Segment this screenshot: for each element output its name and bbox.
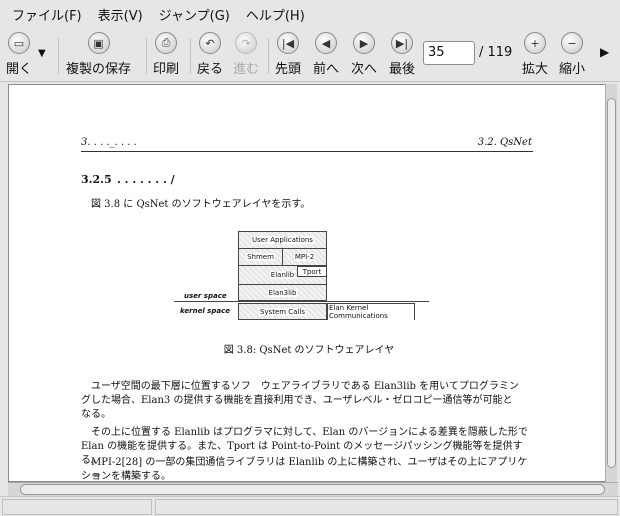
menu-jump[interactable]: ジャンプ(G) xyxy=(151,1,238,28)
toolbar-separator xyxy=(58,38,59,74)
figure-label-tport: Tport xyxy=(301,267,323,276)
back-label: 戻る xyxy=(197,62,224,77)
last-label: 最後 xyxy=(389,62,416,77)
figure-box-shmem: Shmem xyxy=(238,248,283,266)
menu-bar: ファイル(F) 表示(V) ジャンプ(G) ヘルプ(H) xyxy=(0,0,620,28)
figure-caption: 図 3.8: QsNet のソフトウェアレイヤ xyxy=(223,345,395,356)
last-page-icon: ▶| xyxy=(391,32,413,54)
software-layer-figure: User Applications Shmem MPI-2 Elanlib Tp… xyxy=(174,231,434,327)
first-page-icon: |◀ xyxy=(277,32,299,54)
redo-arrow-icon: ↷ xyxy=(235,32,257,54)
open-button[interactable]: ▭ 開く xyxy=(6,32,32,77)
prev-page-icon: ◀ xyxy=(315,32,337,54)
running-header-section: 3.2. QsNet xyxy=(477,137,532,148)
figure-box-mpi2: MPI-2 xyxy=(282,248,327,266)
next-page-button[interactable]: ▶ 次へ xyxy=(351,32,377,77)
figure-box-system-calls: System Calls xyxy=(238,303,327,320)
figure-label-kernel-space: kernel space xyxy=(180,307,230,315)
zoom-out-icon: − xyxy=(561,32,583,54)
page-number-input[interactable]: 35 xyxy=(423,41,475,65)
folder-icon: ▭ xyxy=(8,32,30,54)
figure-box-tport: Tport xyxy=(297,266,327,277)
status-bar xyxy=(0,496,620,516)
save-icon: ▣ xyxy=(87,32,110,54)
open-label: 開く xyxy=(6,62,33,77)
save-copy-label: 複製の保存 xyxy=(66,62,132,77)
paragraph-line: グした場合、Elan3 の提供する機能を直接利用でき、ユーザレベル・ゼロコピー通… xyxy=(81,395,513,406)
page-total: / 119 xyxy=(479,45,513,60)
vertical-scrollbar[interactable] xyxy=(605,84,617,482)
document-viewer[interactable]: 3. . . ._. . . . 3.2. QsNet 3.2.5 . . . … xyxy=(8,84,608,482)
running-header-chapter: 3. . . ._. . . . xyxy=(81,137,137,148)
header-rule xyxy=(81,151,533,152)
menu-view[interactable]: 表示(V) xyxy=(90,1,151,28)
save-copy-button[interactable]: ▣ 複製の保存 xyxy=(66,32,131,77)
intro-sentence: 図 3.8 に QsNet のソフトウェアレイヤを示す。 xyxy=(91,199,311,210)
zoom-in-icon: + xyxy=(524,32,546,54)
toolbar-separator xyxy=(190,38,191,74)
next-label: 次へ xyxy=(351,62,378,77)
figure-label-elanlib: Elanlib xyxy=(269,271,296,279)
print-button[interactable]: ⎙ 印刷 xyxy=(153,32,179,77)
forward-button[interactable]: ↷ 進む xyxy=(233,32,259,77)
zoom-out-button[interactable]: − 縮小 xyxy=(559,32,585,77)
toolbar-separator xyxy=(268,38,269,74)
print-label: 印刷 xyxy=(153,62,180,77)
prev-page-button[interactable]: ◀ 前へ xyxy=(313,32,339,77)
figure-box-user-applications: User Applications xyxy=(238,231,327,249)
horizontal-scrollbar[interactable] xyxy=(8,482,618,496)
prev-label: 前へ xyxy=(313,62,340,77)
figure-label-elan3lib: Elan3lib xyxy=(267,288,298,297)
paragraph-line: その上に位置する Elanlib はプログラマに対して、Elan のバージョンに… xyxy=(91,427,528,438)
figure-label-shmem: Shmem xyxy=(246,253,275,261)
horizontal-scroll-thumb[interactable] xyxy=(20,484,605,495)
figure-box-elan3lib: Elan3lib xyxy=(238,284,327,301)
figure-user-kernel-divider xyxy=(174,301,429,302)
section-title: . . . . . . . / xyxy=(117,173,175,186)
open-dropdown-arrow-icon[interactable]: ▼ xyxy=(38,48,46,59)
first-page-button[interactable]: |◀ 先頭 xyxy=(275,32,301,77)
toolbar-separator xyxy=(146,38,147,74)
figure-label-user-applications: User Applications xyxy=(251,236,314,244)
first-label: 先頭 xyxy=(275,62,302,77)
zoom-in-label: 拡大 xyxy=(522,62,549,77)
figure-label-system-calls: System Calls xyxy=(258,307,307,316)
status-cell xyxy=(2,499,152,515)
paragraph-line: なる。 xyxy=(81,409,111,420)
menu-help[interactable]: ヘルプ(H) xyxy=(238,1,313,28)
figure-label-user-space: user space xyxy=(184,292,227,300)
figure-label-mpi2: MPI-2 xyxy=(293,253,316,261)
figure-box-elan-kernel: Elan Kernel Communications xyxy=(327,303,415,320)
vertical-scroll-thumb[interactable] xyxy=(607,98,616,468)
next-page-icon: ▶ xyxy=(353,32,375,54)
paragraph-line: ユーザ空間の最下層に位置するソフ ウェアライブラリである Elan3lib を用… xyxy=(91,381,519,392)
menu-file[interactable]: ファイル(F) xyxy=(4,1,90,28)
status-cell xyxy=(155,499,618,515)
zoom-out-label: 縮小 xyxy=(559,62,586,77)
printer-icon: ⎙ xyxy=(155,32,177,54)
zoom-in-button[interactable]: + 拡大 xyxy=(522,32,548,77)
section-number: 3.2.5 xyxy=(81,173,112,186)
toolbar: ▭ 開く ▼ ▣ 複製の保存 ⎙ 印刷 ↶ 戻る ↷ 進む |◀ 先頭 ◀ 前へ… xyxy=(0,28,620,82)
toolbar-overflow-icon[interactable]: ▶ xyxy=(600,45,609,59)
paragraph-line: ションを構築する。 xyxy=(81,471,171,482)
last-page-button[interactable]: ▶| 最後 xyxy=(389,32,415,77)
back-button[interactable]: ↶ 戻る xyxy=(197,32,223,77)
forward-label: 進む xyxy=(233,62,260,77)
undo-arrow-icon: ↶ xyxy=(199,32,221,54)
figure-label-elan-kernel: Elan Kernel Communications xyxy=(328,303,414,320)
